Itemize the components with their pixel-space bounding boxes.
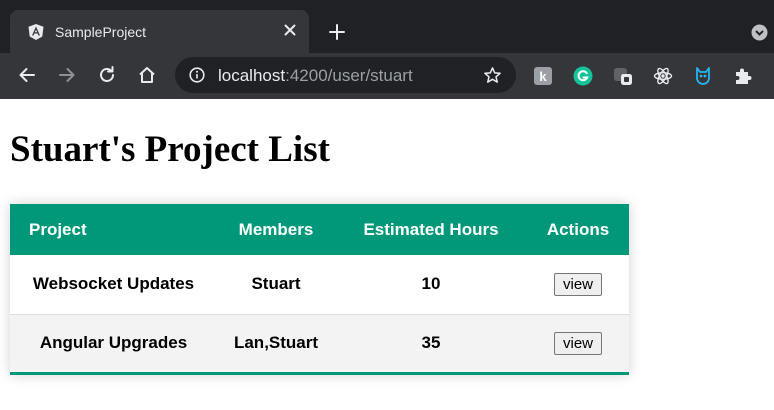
close-icon[interactable] xyxy=(282,22,298,38)
reload-icon[interactable] xyxy=(97,65,117,85)
column-header-actions: Actions xyxy=(546,219,610,239)
owl-extension-icon[interactable] xyxy=(693,66,713,86)
url-host: localhost xyxy=(218,66,286,85)
browser-toolbar: localhost:4200/user/stuart k xyxy=(0,53,774,99)
extension-toggle-icon[interactable] xyxy=(613,66,633,86)
react-devtools-icon[interactable] xyxy=(653,66,673,86)
forward-arrow-icon[interactable] xyxy=(57,65,77,85)
back-arrow-icon[interactable] xyxy=(17,65,37,85)
column-header-project: Project xyxy=(29,219,87,239)
browser-tab[interactable]: SampleProject xyxy=(10,10,309,53)
svg-text:k: k xyxy=(539,69,547,84)
url-text[interactable]: localhost:4200/user/stuart xyxy=(218,66,413,86)
view-button[interactable]: view xyxy=(553,331,602,355)
table-row: Angular Upgrades Lan,Stuart 35 view xyxy=(10,314,629,373)
cell-hours: 10 xyxy=(421,274,441,294)
cell-project: Websocket Updates xyxy=(32,274,195,294)
bookmark-star-icon[interactable] xyxy=(483,66,502,85)
address-bar[interactable]: localhost:4200/user/stuart xyxy=(175,57,516,93)
projects-table: Project Members Estimated Hours Actions … xyxy=(10,204,629,375)
cell-members: Stuart xyxy=(251,274,301,294)
view-button[interactable]: view xyxy=(553,272,602,296)
cell-actions: view xyxy=(527,255,629,314)
cell-actions: view xyxy=(527,314,629,373)
new-tab-icon[interactable] xyxy=(328,23,346,41)
column-header-members: Members xyxy=(238,219,314,239)
tab-title: SampleProject xyxy=(55,24,147,40)
cell-project: Angular Upgrades xyxy=(39,333,188,352)
extension-k-icon[interactable]: k xyxy=(533,66,553,86)
projects-table-card: Project Members Estimated Hours Actions … xyxy=(10,204,629,375)
page-title: Stuart's Project List xyxy=(10,129,330,170)
cell-members: Lan,Stuart xyxy=(233,333,319,352)
tab-strip: SampleProject xyxy=(0,0,774,53)
table-row: Websocket Updates Stuart 10 view xyxy=(10,255,629,314)
home-icon[interactable] xyxy=(137,65,157,85)
table-header-row: Project Members Estimated Hours Actions xyxy=(10,204,629,255)
angular-logo-icon xyxy=(28,24,44,40)
column-header-estimated-hours: Estimated Hours xyxy=(363,219,499,239)
extensions-puzzle-icon[interactable] xyxy=(733,66,753,86)
info-icon[interactable] xyxy=(189,67,205,83)
tab-search-icon[interactable] xyxy=(751,24,768,41)
grammarly-icon[interactable] xyxy=(573,66,593,86)
cell-hours: 35 xyxy=(421,333,441,352)
url-path: :4200/user/stuart xyxy=(285,66,413,85)
